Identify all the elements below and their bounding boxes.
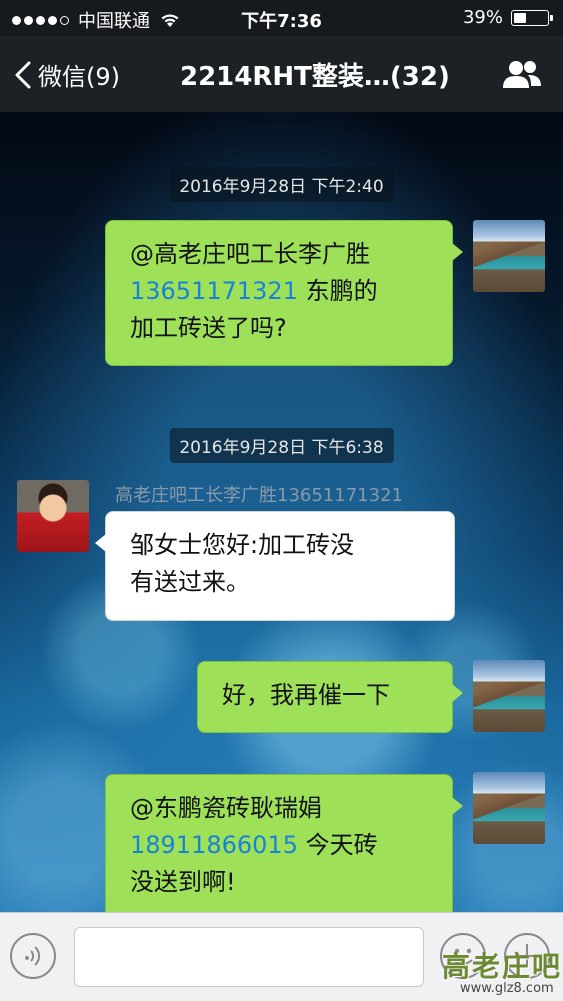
message-text: 加工砖送了吗?	[130, 314, 287, 342]
avatar-self[interactable]	[473, 772, 545, 844]
message-text: @东鹏瓷砖耿瑞娟	[130, 794, 322, 822]
battery-icon	[511, 9, 553, 26]
message-text: 好，我再催一下	[222, 681, 390, 709]
battery-fill	[514, 12, 526, 23]
chat-title: 2214RHT整装…(32)	[180, 62, 450, 92]
message-text: 今天砖	[297, 831, 378, 859]
chevron-left-icon	[15, 61, 31, 88]
message-text: 18911866015 今天砖	[130, 827, 430, 864]
battery-tip	[550, 14, 553, 21]
back-label: 微信(9)	[38, 63, 120, 91]
group-members-icon[interactable]	[501, 58, 543, 90]
message-bubble-incoming[interactable]: 邹女士您好:加工砖没 有送过来。	[95, 511, 455, 621]
message-text: @高老庄吧工长李广胜	[130, 240, 370, 268]
avatar-sender[interactable]	[17, 480, 89, 552]
message-text: 东鹏的	[297, 277, 378, 305]
timestamp: 2016年9月28日 下午6:38	[169, 428, 394, 463]
watermark-logo-text: 高老庄吧	[442, 950, 563, 983]
back-button[interactable]: 微信(9)	[14, 57, 120, 92]
avatar-self[interactable]	[473, 660, 545, 732]
battery-percent: 39%	[462, 7, 503, 28]
phone-link[interactable]: 18911866015	[130, 831, 298, 859]
status-bar: 中国联通 下午7:36 39%	[0, 0, 563, 36]
message-bubble-outgoing[interactable]: @东鹏瓷砖耿瑞娟 18911866015 今天砖 没送到啊!	[105, 774, 463, 912]
timestamp: 2016年9月28日 下午2:40	[169, 167, 394, 202]
avatar-self[interactable]	[473, 220, 545, 292]
message-text: 邹女士您好:加工砖没	[130, 531, 355, 559]
battery-area: 39%	[462, 7, 553, 28]
message-text: 有送过来。	[130, 568, 250, 596]
chat-area[interactable]: 2016年9月28日 下午2:40 @高老庄吧工长李广胜 13651171321…	[0, 112, 563, 912]
message-text: 13651171321 东鹏的	[130, 273, 430, 310]
message-bubble-outgoing[interactable]: 好，我再催一下	[197, 661, 463, 733]
nav-bar: 微信(9) 2214RHT整装…(32)	[0, 36, 563, 112]
watermark-url: www.glz8.com	[460, 981, 554, 996]
sender-name: 高老庄吧工长李广胜13651171321	[115, 485, 403, 506]
site-watermark: 高老庄吧 www.glz8.com	[438, 945, 563, 1000]
phone-link[interactable]: 13651171321	[130, 277, 298, 305]
message-bubble-outgoing[interactable]: @高老庄吧工长李广胜 13651171321 东鹏的 加工砖送了吗?	[105, 220, 463, 366]
message-input[interactable]	[74, 927, 424, 987]
message-text: 没送到啊!	[130, 868, 236, 896]
voice-icon	[25, 946, 41, 966]
voice-button[interactable]	[10, 933, 56, 979]
